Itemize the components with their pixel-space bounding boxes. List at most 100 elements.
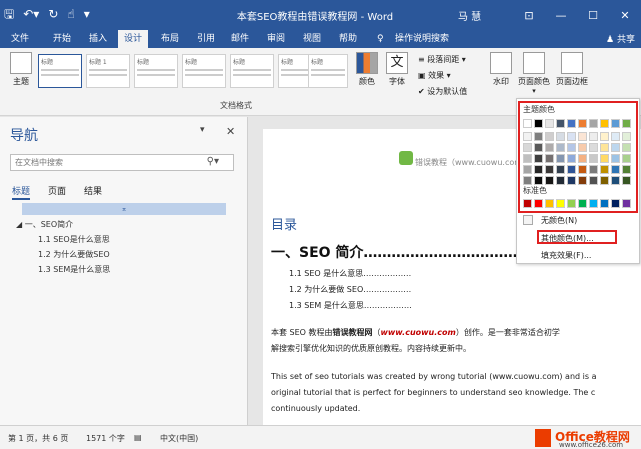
ribbon-display-icon[interactable]: ⊡ (513, 0, 545, 30)
color-swatch[interactable] (589, 165, 598, 174)
color-swatch[interactable] (600, 132, 609, 141)
color-swatch[interactable] (600, 176, 609, 185)
tab-file[interactable]: 文件 (8, 32, 32, 46)
color-swatch[interactable] (567, 176, 576, 185)
color-swatch[interactable] (611, 176, 620, 185)
set-default-button[interactable]: ✔ 设为默认值 (418, 86, 467, 97)
color-swatch[interactable] (589, 176, 598, 185)
p1-link[interactable]: www.cuowu.com (381, 328, 456, 337)
nav-close-icon[interactable]: ✕ (226, 125, 235, 138)
color-swatch[interactable] (611, 119, 620, 128)
color-swatch[interactable] (567, 165, 576, 174)
no-color-item[interactable]: 无颜色(N) (541, 215, 577, 226)
color-swatch[interactable] (600, 165, 609, 174)
color-swatch[interactable] (556, 199, 565, 208)
style-thumb-7[interactable]: 标题 (308, 54, 348, 88)
color-swatch[interactable] (589, 143, 598, 152)
color-swatch[interactable] (622, 154, 631, 163)
color-swatch[interactable] (622, 176, 631, 185)
color-swatch[interactable] (556, 176, 565, 185)
nav-heading-item[interactable]: ◢ 一、SEO简介 (16, 219, 73, 230)
colors-button[interactable]: 颜色 (356, 52, 378, 87)
color-swatch[interactable] (534, 199, 543, 208)
style-thumb-2[interactable]: 标题 1 (86, 54, 130, 88)
nav-heading-item[interactable]: 1.3 SEM是什么意思 (38, 264, 110, 275)
more-colors-item[interactable]: 其他颜色(M)... (541, 233, 594, 244)
color-swatch[interactable] (589, 132, 598, 141)
color-swatch[interactable] (534, 143, 543, 152)
tab-design[interactable]: 设计 (118, 30, 149, 48)
style-thumb-1[interactable]: 标题 (38, 54, 82, 88)
customize-icon[interactable]: ▾ (84, 6, 90, 22)
color-swatch[interactable] (578, 143, 587, 152)
language[interactable]: 中文(中国) (160, 433, 198, 444)
tab-mailings[interactable]: 邮件 (228, 32, 252, 46)
color-swatch[interactable] (622, 143, 631, 152)
tab-references[interactable]: 引用 (194, 32, 218, 46)
color-swatch[interactable] (600, 154, 609, 163)
color-swatch[interactable] (523, 132, 532, 141)
style-thumb-3[interactable]: 标题 (134, 54, 178, 88)
color-swatch[interactable] (556, 154, 565, 163)
tab-layout[interactable]: 布局 (158, 32, 182, 46)
color-swatch[interactable] (523, 143, 532, 152)
color-swatch[interactable] (523, 119, 532, 128)
search-icon[interactable]: ⚲▾ (207, 156, 219, 167)
maximize-icon[interactable]: ☐ (577, 0, 609, 30)
tab-review[interactable]: 审阅 (264, 32, 288, 46)
themes-button[interactable]: 主题 (10, 52, 32, 87)
tab-view[interactable]: 视图 (300, 32, 324, 46)
color-swatch[interactable] (578, 199, 587, 208)
nav-heading-item[interactable]: 1.1 SEO是什么意思 (38, 234, 110, 245)
color-swatch[interactable] (589, 154, 598, 163)
color-swatch[interactable] (600, 143, 609, 152)
style-thumb-4[interactable]: 标题 (182, 54, 226, 88)
color-swatch[interactable] (545, 199, 554, 208)
color-swatch[interactable] (622, 165, 631, 174)
color-swatch[interactable] (523, 154, 532, 163)
effects-button[interactable]: ▣ 效果 ▾ (418, 70, 451, 81)
color-swatch[interactable] (622, 119, 631, 128)
color-swatch[interactable] (578, 176, 587, 185)
color-swatch[interactable] (545, 143, 554, 152)
color-swatch[interactable] (611, 132, 620, 141)
color-swatch[interactable] (556, 165, 565, 174)
color-swatch[interactable] (567, 154, 576, 163)
nav-current-position-bar[interactable]: ⌅ (22, 203, 226, 215)
color-swatch[interactable] (578, 119, 587, 128)
color-swatch[interactable] (578, 165, 587, 174)
user-name[interactable]: 马 慧 (458, 8, 481, 23)
page-borders-button[interactable]: 页面边框 (556, 52, 588, 87)
color-swatch[interactable] (600, 199, 609, 208)
color-swatch[interactable] (556, 119, 565, 128)
save-icon[interactable]: 🖫 (4, 6, 14, 22)
color-swatch[interactable] (545, 132, 554, 141)
tab-insert[interactable]: 插入 (86, 32, 110, 46)
watermark-button[interactable]: 水印 (490, 52, 512, 87)
paragraph-spacing-button[interactable]: ≡ 段落间距 ▾ (418, 54, 466, 65)
nav-tab-pages[interactable]: 页面 (48, 184, 66, 200)
color-swatch[interactable] (589, 119, 598, 128)
color-swatch[interactable] (523, 176, 532, 185)
color-swatch[interactable] (523, 165, 532, 174)
nav-options-icon[interactable]: ▾ (200, 125, 205, 135)
color-swatch[interactable] (534, 176, 543, 185)
color-swatch[interactable] (545, 154, 554, 163)
color-swatch[interactable] (578, 154, 587, 163)
color-swatch[interactable] (534, 154, 543, 163)
touch-mode-icon[interactable]: ☝ (67, 6, 74, 22)
close-icon[interactable]: ✕ (609, 0, 641, 30)
fill-effects-item[interactable]: 填充效果(F)... (541, 250, 591, 261)
color-swatch[interactable] (567, 143, 576, 152)
nav-tab-headings[interactable]: 标题 (12, 184, 31, 200)
color-swatch[interactable] (611, 154, 620, 163)
color-swatch[interactable] (523, 199, 532, 208)
color-swatch[interactable] (589, 199, 598, 208)
undo-icon[interactable]: ↶▾ (23, 6, 39, 22)
redo-icon[interactable]: ↻ (48, 6, 58, 22)
fonts-button[interactable]: 文 字体 (386, 52, 408, 87)
color-swatch[interactable] (534, 119, 543, 128)
tab-help[interactable]: 帮助 (336, 32, 360, 46)
chevron-down-icon[interactable]: ▾ (532, 87, 536, 95)
color-swatch[interactable] (567, 132, 576, 141)
